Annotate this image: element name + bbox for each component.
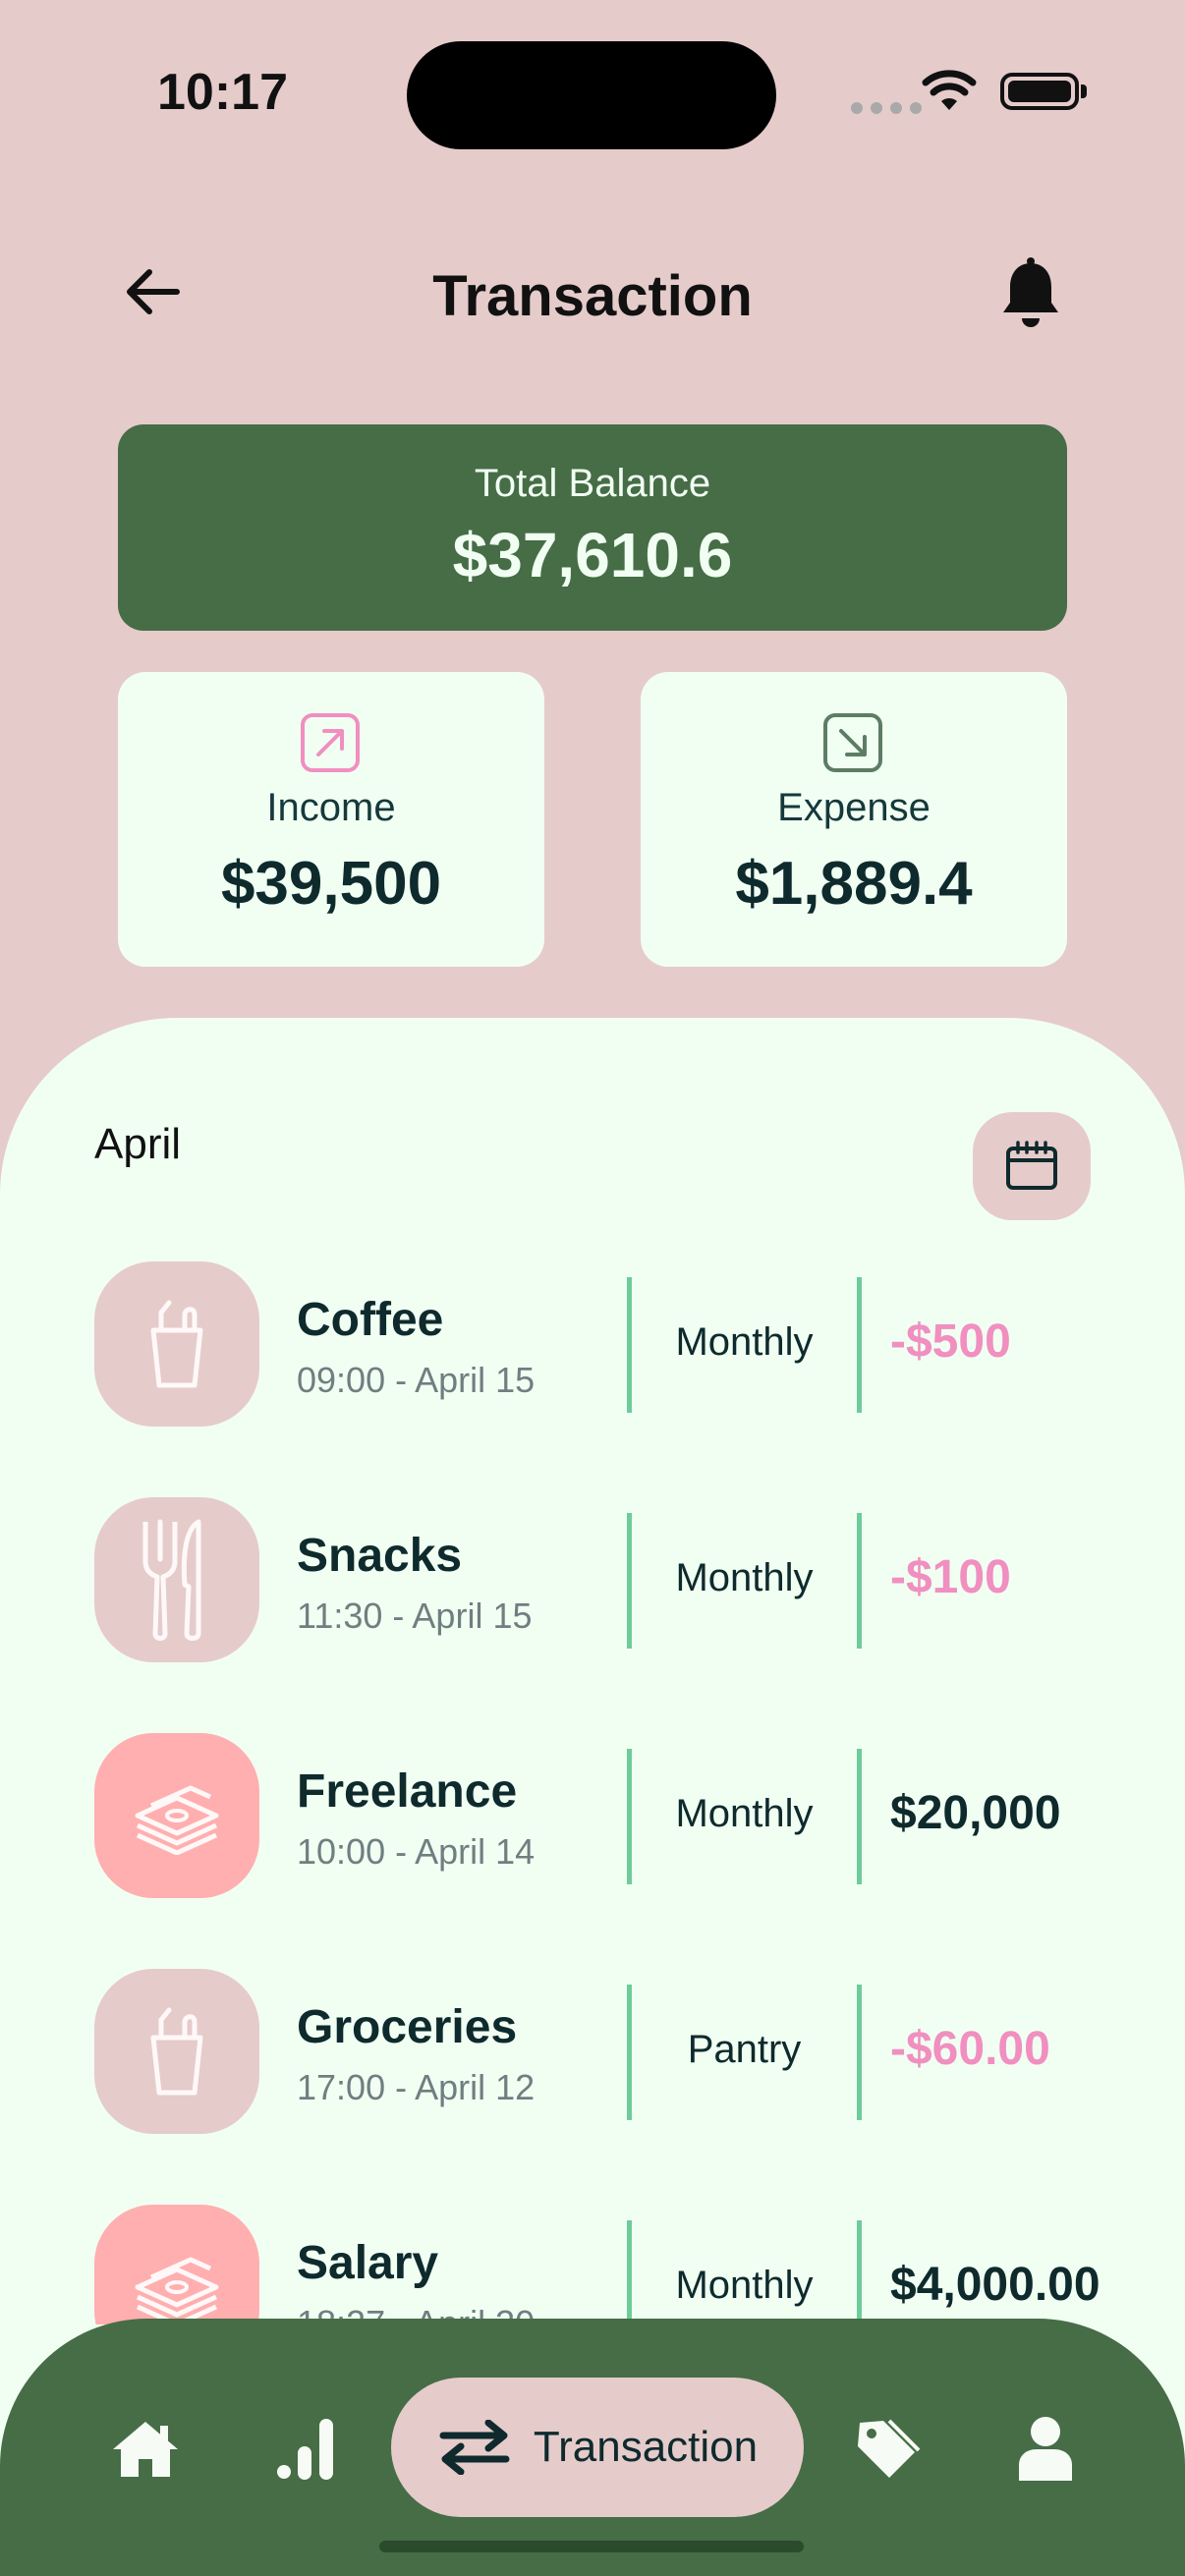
expense-card[interactable]: Expense $1,889.4 (641, 672, 1067, 967)
transaction-time: 11:30 - April 15 (297, 1596, 533, 1636)
grocery-bag-icon (94, 1969, 259, 2134)
income-card[interactable]: Income $39,500 (118, 672, 544, 967)
tags-icon (858, 2419, 921, 2478)
transaction-name: Freelance (297, 1765, 518, 1818)
transaction-row[interactable]: Coffee 09:00 - April 15 Monthly -$500 (0, 1261, 1185, 1428)
divider (857, 2220, 862, 2324)
total-balance-card: Total Balance $37,610.6 (118, 424, 1067, 631)
income-value: $39,500 (220, 850, 442, 918)
status-time: 10:17 (157, 64, 288, 121)
transaction-row[interactable]: Snacks 11:30 - April 15 Monthly -$100 (0, 1497, 1185, 1664)
money-stack-icon (94, 2205, 259, 2324)
calendar-icon (1006, 1141, 1057, 1190)
transaction-time: 09:00 - April 15 (297, 1360, 536, 1400)
cellular-signal-icon (851, 102, 922, 114)
transaction-screen: 10:17 Transaction Total Balance $37,610.… (0, 0, 1185, 2576)
total-balance-label: Total Balance (474, 462, 711, 505)
money-stack-icon (94, 1733, 259, 1898)
notification-bell-icon[interactable] (996, 257, 1065, 332)
transaction-amount: -$500 (890, 1316, 1011, 1368)
fork-knife-icon (94, 1497, 259, 1662)
nav-transaction-button[interactable]: Transaction (391, 2378, 804, 2517)
transaction-name: Snacks (297, 1530, 463, 1582)
battery-tip (1081, 84, 1087, 98)
divider (857, 1513, 862, 1649)
transaction-name: Salary (297, 2237, 439, 2289)
divider (857, 1277, 862, 1413)
transaction-amount: $20,000 (890, 1787, 1061, 1839)
transaction-category: Monthly (675, 1320, 814, 1364)
transaction-time: 17:00 - April 12 (297, 2067, 536, 2107)
nav-analysis-button[interactable] (267, 2409, 346, 2488)
transaction-name: Coffee (297, 1294, 444, 1346)
total-balance-value: $37,610.6 (452, 520, 733, 590)
transfer-arrows-icon (439, 2420, 510, 2475)
transaction-row[interactable]: Freelance 10:00 - April 14 Monthly $20,0… (0, 1733, 1185, 1900)
nav-category-button[interactable] (849, 2409, 928, 2488)
transaction-list: Coffee 09:00 - April 15 Monthly -$500 Sn… (0, 1261, 1185, 2324)
grocery-bag-icon (94, 1261, 259, 1427)
calendar-button[interactable] (973, 1112, 1091, 1220)
transaction-amount: -$100 (890, 1551, 1011, 1603)
home-icon (113, 2422, 178, 2477)
dynamic-island (407, 41, 776, 149)
month-label: April (94, 1120, 182, 1168)
battery-icon (1000, 73, 1079, 110)
nav-home-button[interactable] (106, 2409, 185, 2488)
nav-profile-button[interactable] (1006, 2409, 1085, 2488)
transaction-time: 10:00 - April 14 (297, 1831, 536, 1872)
transaction-amount: -$60.00 (890, 2023, 1050, 2075)
nav-transaction-label: Transaction (533, 2423, 759, 2471)
transaction-row[interactable]: Groceries 17:00 - April 12 Pantry -$60.0… (0, 1969, 1185, 2136)
transaction-category: Monthly (675, 2264, 814, 2307)
income-label: Income (266, 786, 396, 829)
transaction-name: Groceries (297, 2001, 518, 2053)
expense-label: Expense (777, 786, 931, 829)
bar-chart-icon (277, 2419, 333, 2480)
transaction-amount: $4,000.00 (890, 2259, 1100, 2311)
transaction-row[interactable]: Salary 18:27 - April 30 Monthly $4,000.0… (0, 2205, 1185, 2324)
transaction-category: Monthly (675, 1556, 814, 1599)
arrow-up-right-icon (301, 713, 360, 772)
user-icon (1019, 2417, 1072, 2481)
home-indicator (379, 2541, 804, 2552)
divider (857, 1985, 862, 2120)
expense-value: $1,889.4 (735, 850, 973, 918)
divider (857, 1749, 862, 1884)
arrow-down-right-icon (823, 713, 882, 772)
transaction-category: Monthly (675, 1792, 814, 1835)
transaction-category: Pantry (687, 2028, 802, 2071)
wifi-icon (922, 70, 977, 110)
